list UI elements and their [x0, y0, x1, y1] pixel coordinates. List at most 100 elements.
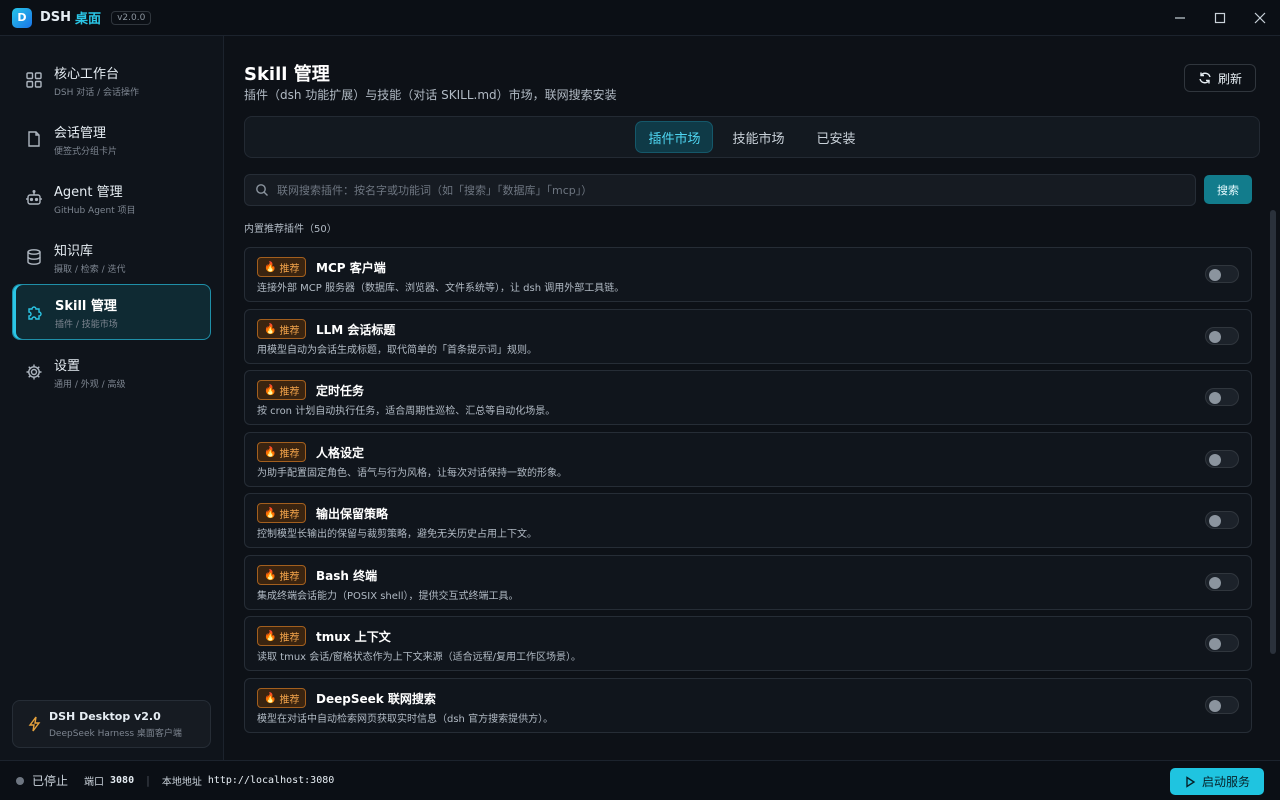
maximize-button[interactable]	[1200, 0, 1240, 36]
search-icon	[256, 184, 268, 196]
plugin-toggle[interactable]	[1205, 634, 1239, 652]
fire-icon: 🔥	[264, 692, 277, 704]
plugin-name: MCP 客户端	[316, 261, 386, 275]
plugin-toggle[interactable]	[1205, 388, 1239, 406]
sidebar-item-sub: DSH 对话 / 会话操作	[54, 87, 140, 98]
plugin-toggle[interactable]	[1205, 573, 1239, 591]
sidebar-item-agents[interactable]: Agent 管理 GitHub Agent 项目	[12, 170, 211, 226]
puzzle-icon	[25, 302, 45, 322]
sidebar-item-sub: 便签式分组卡片	[54, 146, 118, 157]
status-separator: |	[146, 774, 150, 787]
badge-label: 推荐	[279, 448, 300, 460]
plugin-name: 输出保留策略	[316, 507, 389, 521]
recommend-badge: 🔥 推荐	[257, 688, 307, 708]
recommend-badge: 🔥 推荐	[257, 565, 307, 585]
fire-icon: 🔥	[264, 630, 277, 642]
badge-label: 推荐	[279, 325, 300, 337]
tab-plugin-market[interactable]: 插件市场	[636, 122, 713, 152]
play-icon	[1186, 775, 1196, 788]
refresh-icon	[1199, 72, 1211, 84]
sidebar-item-sessions[interactable]: 会话管理 便签式分组卡片	[12, 111, 211, 167]
plugin-desc: 为助手配置固定角色、语气与行为风格，让每次对话保持一致的形象。	[257, 468, 567, 479]
plugin-toggle[interactable]	[1205, 265, 1239, 283]
title-bar: D DSH 桌面 v2.0.0	[0, 0, 1280, 36]
close-icon	[1254, 12, 1266, 24]
app-info-sub: DeepSeek Harness 桌面客户端	[49, 728, 182, 739]
toggle-knob	[1209, 454, 1221, 466]
minimize-button[interactable]	[1160, 0, 1200, 36]
close-button[interactable]	[1240, 0, 1280, 36]
sidebar-item-knowledge[interactable]: 知识库 摄取 / 检索 / 迭代	[12, 229, 211, 285]
fire-icon: 🔥	[264, 569, 277, 581]
badge-label: 推荐	[279, 632, 300, 644]
port-value: 3080	[110, 775, 135, 786]
badge-label: 推荐	[279, 263, 300, 275]
plugin-list: 🔥 推荐 MCP 客户端 连接外部 MCP 服务器（数据库、浏览器、文件系统等），…	[244, 247, 1252, 760]
search-input[interactable]	[277, 183, 1177, 197]
recommend-badge: 🔥 推荐	[257, 442, 307, 462]
gear-icon	[24, 362, 44, 382]
recommend-badge: 🔥 推荐	[257, 319, 307, 339]
toggle-knob	[1209, 269, 1221, 281]
sidebar-item-label: 会话管理	[54, 125, 107, 141]
badge-label: 推荐	[279, 694, 300, 706]
recommend-badge: 🔥 推荐	[257, 257, 307, 277]
app-name-accent: 桌面	[75, 12, 102, 27]
toggle-knob	[1209, 331, 1221, 343]
database-icon	[24, 247, 44, 267]
minimize-icon	[1175, 17, 1185, 19]
page-title: Skill 管理	[244, 64, 330, 85]
toggle-knob	[1209, 577, 1221, 589]
sidebar-item-settings[interactable]: 设置 通用 / 外观 / 高级	[12, 344, 211, 400]
fire-icon: 🔥	[264, 261, 277, 273]
app-info-title: DSH Desktop v2.0	[49, 709, 161, 723]
badge-label: 推荐	[279, 386, 300, 398]
sidebar-item-skills[interactable]: Skill 管理 插件 / 技能市场	[12, 284, 211, 340]
fire-icon: 🔥	[264, 384, 277, 396]
sidebar-item-sub: 插件 / 技能市场	[55, 319, 118, 330]
toggle-knob	[1209, 638, 1221, 650]
window-controls	[1160, 0, 1280, 36]
sidebar-item-label: 核心工作台	[54, 66, 120, 82]
robot-icon	[24, 188, 44, 208]
search-button[interactable]: 搜索	[1204, 175, 1252, 204]
scrollbar[interactable]	[1270, 210, 1276, 654]
refresh-button[interactable]: 刷新	[1184, 64, 1256, 92]
plugin-toggle[interactable]	[1205, 450, 1239, 468]
sidebar-item-label: Agent 管理	[54, 184, 123, 200]
plugin-desc: 用模型自动为会话生成标题，取代简单的「首条提示词」规则。	[257, 345, 537, 356]
plugin-desc: 按 cron 计划自动执行任务，适合周期性巡检、汇总等自动化场景。	[257, 406, 556, 417]
tab-skill-market[interactable]: 技能市场	[720, 122, 796, 152]
status-dot	[16, 776, 24, 785]
app-info-card: DSH Desktop v2.0 DeepSeek Harness 桌面客户端	[12, 700, 211, 748]
plugin-desc: 读取 tmux 会话/窗格状态作为上下文来源（适合远程/复用工作区场景）。	[257, 652, 582, 663]
start-service-button[interactable]: 启动服务	[1170, 768, 1264, 795]
sidebar-item-sub: 通用 / 外观 / 高级	[54, 379, 126, 390]
refresh-label: 刷新	[1217, 71, 1242, 86]
plugin-name: LLM 会话标题	[316, 323, 396, 337]
address-value: http://localhost:3080	[207, 775, 335, 786]
tab-bar: 插件市场 技能市场 已安装	[244, 116, 1260, 158]
sidebar-item-workbench[interactable]: 核心工作台 DSH 对话 / 会话操作	[12, 52, 211, 108]
address-label: 本地地址	[161, 777, 202, 788]
plugin-desc: 控制模型长输出的保留与裁剪策略，避免无关历史占用上下文。	[257, 529, 537, 540]
plugin-card-persona: 🔥 推荐 人格设定 为助手配置固定角色、语气与行为风格，让每次对话保持一致的形象。	[244, 432, 1252, 487]
tab-installed[interactable]: 已安装	[805, 122, 868, 152]
plugin-toggle[interactable]	[1205, 696, 1239, 714]
plugin-card-tmux: 🔥 推荐 tmux 上下文 读取 tmux 会话/窗格状态作为上下文来源（适合远程…	[244, 616, 1252, 671]
plugin-card-llm-title: 🔥 推荐 LLM 会话标题 用模型自动为会话生成标题，取代简单的「首条提示词」规则…	[244, 309, 1252, 364]
plugin-toggle[interactable]	[1205, 511, 1239, 529]
badge-label: 推荐	[279, 509, 300, 521]
toggle-knob	[1209, 515, 1221, 527]
plugin-card-output-retention: 🔥 推荐 输出保留策略 控制模型长输出的保留与裁剪策略，避免无关历史占用上下文。	[244, 493, 1252, 548]
maximize-icon	[1214, 12, 1226, 24]
plugin-name: Bash 终端	[316, 569, 378, 583]
plugin-toggle[interactable]	[1205, 327, 1239, 345]
app-logo: D	[12, 7, 32, 28]
plugin-name: 定时任务	[316, 384, 365, 398]
sidebar-item-sub: 摄取 / 检索 / 迭代	[54, 264, 126, 275]
toggle-knob	[1209, 700, 1221, 712]
start-service-label: 启动服务	[1201, 775, 1250, 789]
sidebar-item-sub: GitHub Agent 项目	[54, 205, 136, 216]
fire-icon: 🔥	[264, 323, 277, 335]
